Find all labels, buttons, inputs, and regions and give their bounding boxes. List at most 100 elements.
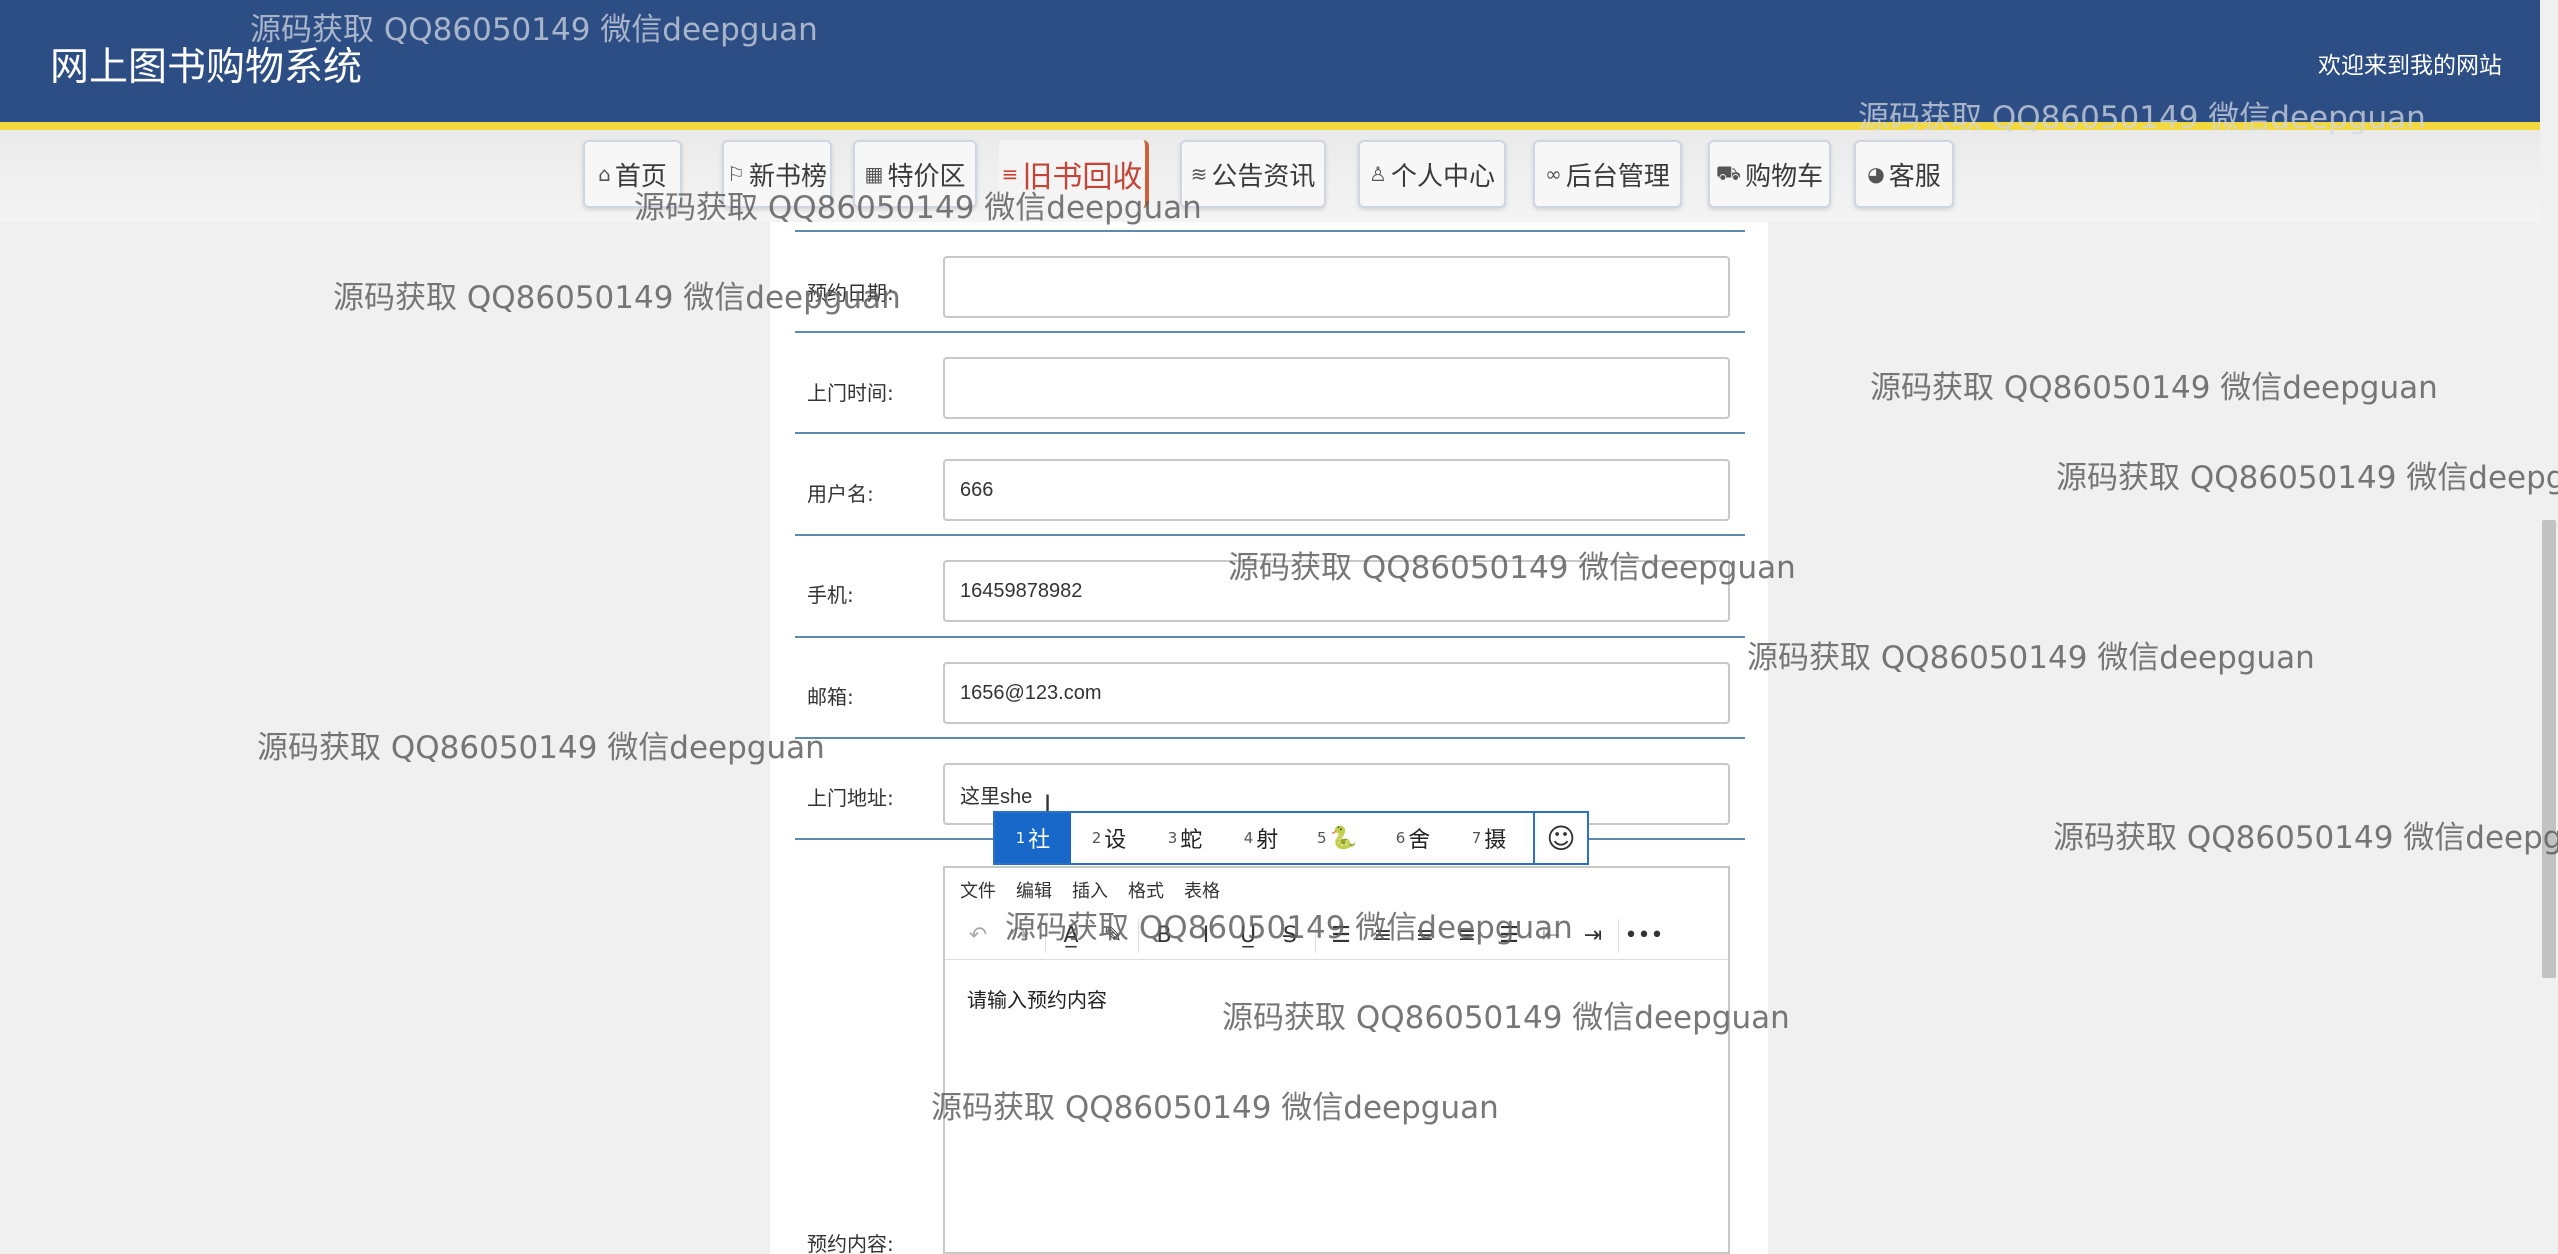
row-divider <box>795 636 1745 638</box>
align-right-icon[interactable]: ≡ <box>1446 916 1488 956</box>
align-none-icon[interactable]: ☰ <box>1320 916 1362 956</box>
undo-icon[interactable]: ↶ <box>957 916 999 956</box>
ime-candidate-number: 2 <box>1091 829 1102 847</box>
align-center-icon[interactable]: ≡ <box>1404 916 1446 956</box>
editor-menu-item[interactable]: 编辑 <box>1016 877 1052 903</box>
toolbar-separator <box>1315 918 1316 953</box>
ime-candidate-text: 射 <box>1256 828 1279 853</box>
nav-item-label: 旧书回收 <box>1022 160 1143 195</box>
font-color-icon[interactable]: A̲ <box>1050 916 1092 956</box>
nav-item-label: 个人中心 <box>1390 161 1495 192</box>
nav-item-label: 客服 <box>1888 161 1941 192</box>
nav-item[interactable]: ∞ 后台管理 <box>1533 140 1682 208</box>
ime-candidate[interactable]: 7摄 <box>1451 813 1527 863</box>
ime-candidate-number: 7 <box>1471 829 1482 847</box>
email-label: 邮箱: <box>807 685 854 709</box>
nav-item[interactable]: ◕ 客服 <box>1854 140 1954 208</box>
flag-icon: ⚐ <box>727 162 745 186</box>
rich-text-editor[interactable]: 文件 编辑 插入 格式 表格 ↶ ↷ A̲ ✎ B I U̲ S̶ ☰ ≡ ≡ ≡ ☰ ⇤ ⇥ ••• 请输入预约内容 <box>943 866 1730 1254</box>
nav-item[interactable]: ⚐ 新书榜 <box>722 140 832 208</box>
toolbar-separator <box>1618 918 1619 953</box>
link-icon: ∞ <box>1545 162 1562 186</box>
editor-toolbar: ↶ ↷ A̲ ✎ B I U̲ S̶ ☰ ≡ ≡ ≡ ☰ ⇤ ⇥ ••• <box>945 912 1728 960</box>
editor-menubar: 文件 编辑 插入 格式 表格 <box>945 868 1728 912</box>
row-divider <box>795 230 1745 232</box>
align-justify-icon[interactable]: ☰ <box>1488 916 1530 956</box>
site-title[interactable]: 网上图书购物系统 <box>50 36 362 92</box>
ime-candidate-number: 6 <box>1395 829 1406 847</box>
ime-candidate-bar[interactable]: 1 社 2 设 3 蛇 4 射 5 🐍 6 舍 7 摄 ☺ <box>993 811 1589 865</box>
home-icon: ⌂ <box>598 162 611 186</box>
nav-item-label: 新书榜 <box>748 161 827 192</box>
ime-candidate-number: 4 <box>1243 829 1254 847</box>
email-field[interactable]: 1656@123.com <box>943 662 1730 724</box>
bold-icon[interactable]: B <box>1143 916 1185 956</box>
ime-candidate[interactable]: 6舍 <box>1375 813 1451 863</box>
ime-candidate[interactable]: 1社 <box>995 813 1071 863</box>
nav-item[interactable]: ≡ 旧书回收 <box>999 140 1149 208</box>
date-label: 预约日期: <box>807 281 894 305</box>
cart-icon: ⛟ <box>1715 160 1742 185</box>
scrollbar[interactable] <box>2540 0 2558 1254</box>
align-left-icon[interactable]: ≡ <box>1362 916 1404 956</box>
welcome-text: 欢迎来到我的网站 <box>2318 53 2502 79</box>
highlight-icon[interactable]: ✎ <box>1092 916 1134 956</box>
more-icon[interactable]: ••• <box>1623 916 1665 956</box>
address-label: 上门地址: <box>807 786 894 810</box>
nav-item-label: 后台管理 <box>1565 161 1670 192</box>
italic-icon[interactable]: I <box>1185 916 1227 956</box>
ime-candidate[interactable]: 4射 <box>1223 813 1299 863</box>
editor-menu-item[interactable]: 表格 <box>1184 877 1220 903</box>
nav-item[interactable]: ⛟ 购物车 <box>1708 140 1831 208</box>
time-label: 上门时间: <box>807 381 894 405</box>
ime-candidate[interactable]: 5 🐍 <box>1299 813 1375 863</box>
underline-icon[interactable]: U̲ <box>1227 916 1269 956</box>
row-divider <box>795 432 1745 434</box>
toolbar-separator <box>1045 918 1046 953</box>
redo-icon[interactable]: ↷ <box>999 916 1041 956</box>
strikethrough-icon[interactable]: S̶ <box>1269 916 1311 956</box>
toolbar-separator <box>1138 918 1139 953</box>
username-field[interactable]: 666 <box>943 459 1730 521</box>
nav-item-label: 公告资讯 <box>1211 161 1316 192</box>
layers-icon: ≋ <box>1190 162 1208 186</box>
ime-candidate-text: 蛇 <box>1180 828 1203 853</box>
emoji-icon[interactable]: ☺ <box>1533 813 1587 863</box>
content-label: 预约内容: <box>807 1232 894 1254</box>
editor-menu-item[interactable]: 文件 <box>960 877 996 903</box>
ime-candidate[interactable]: 2设 <box>1071 813 1147 863</box>
editor-menu-item[interactable]: 插入 <box>1072 877 1108 903</box>
watermark: 源码获取 QQ86050149 微信deepguan <box>257 730 825 766</box>
watermark: 源码获取 QQ86050149 微信deepguan <box>2056 460 2558 496</box>
nav-item[interactable]: ▦ 特价区 <box>853 140 977 208</box>
phone-label: 手机: <box>807 583 854 607</box>
site-header: 网上图书购物系统 欢迎来到我的网站 <box>0 0 2540 122</box>
date-field[interactable] <box>943 256 1730 318</box>
nav-item-label: 特价区 <box>887 161 966 192</box>
watermark: 源码获取 QQ86050149 微信deepguan <box>1747 640 2315 676</box>
ime-candidate-text: 设 <box>1104 828 1127 853</box>
phone-field[interactable]: 16459878982 <box>943 560 1730 622</box>
filter-icon: ≡ <box>1001 162 1019 186</box>
row-divider <box>795 737 1745 739</box>
ime-candidate-number: 1 <box>1015 829 1026 847</box>
time-field[interactable] <box>943 357 1730 419</box>
nav-item-label: 购物车 <box>1745 161 1824 192</box>
user-icon: ♙ <box>1369 162 1387 186</box>
nav-item[interactable]: ≋ 公告资讯 <box>1180 140 1326 208</box>
grid-icon: ▦ <box>864 162 884 186</box>
scrollbar-thumb[interactable] <box>2542 520 2556 978</box>
editor-placeholder[interactable]: 请输入预约内容 <box>967 984 1107 1013</box>
outdent-icon[interactable]: ⇤ <box>1530 916 1572 956</box>
nav-item[interactable]: ♙ 个人中心 <box>1358 140 1506 208</box>
nav-item[interactable]: ⌂ 首页 <box>583 140 682 208</box>
indent-icon[interactable]: ⇥ <box>1572 916 1614 956</box>
row-divider <box>795 331 1745 333</box>
username-label: 用户名: <box>807 482 874 506</box>
ime-candidate-number: 5 <box>1317 829 1327 847</box>
ime-candidate[interactable]: 3蛇 <box>1147 813 1223 863</box>
ime-candidate-text: 舍 <box>1408 828 1431 853</box>
header-accent-bar <box>0 122 2540 130</box>
ime-candidate-text: 🐍 <box>1329 825 1357 851</box>
editor-menu-item[interactable]: 格式 <box>1128 877 1164 903</box>
